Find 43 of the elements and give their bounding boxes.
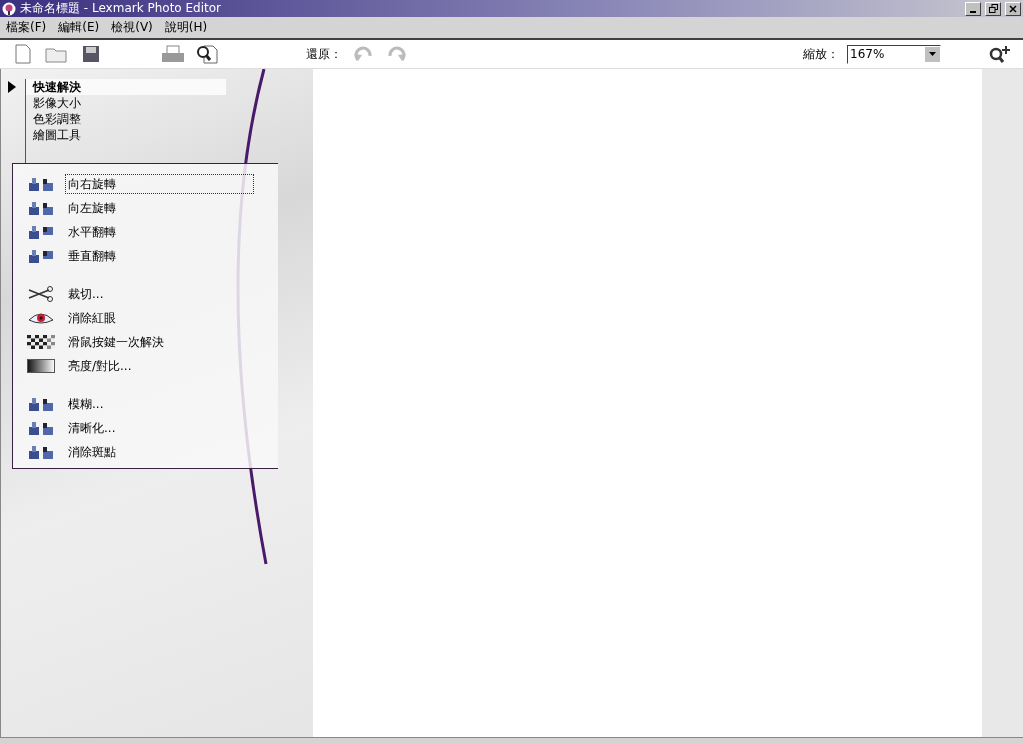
image-transform-icon bbox=[27, 249, 55, 263]
menu-item[interactable]: 說明(H) bbox=[164, 19, 208, 36]
menu-item[interactable]: 編輯(E) bbox=[58, 19, 100, 36]
menu-item[interactable]: 檔案(F) bbox=[6, 19, 47, 36]
tool-item[interactable]: 水平翻轉 bbox=[65, 222, 254, 242]
tool-item[interactable]: 亮度/對比... bbox=[65, 356, 254, 376]
zoom-label: 縮放： bbox=[803, 45, 839, 63]
image-transform-icon bbox=[27, 397, 55, 411]
close-button[interactable] bbox=[1005, 1, 1021, 16]
tool-item[interactable]: 消除紅眼 bbox=[65, 308, 254, 328]
menu-item[interactable]: 檢視(V) bbox=[111, 19, 153, 36]
restore-icon bbox=[988, 4, 998, 13]
image-transform-icon bbox=[27, 421, 55, 435]
restore-button[interactable] bbox=[985, 1, 1001, 16]
close-icon bbox=[1009, 4, 1017, 13]
image-transform-icon bbox=[27, 225, 55, 239]
tool-item[interactable]: 向右旋轉 bbox=[65, 174, 254, 194]
app-icon bbox=[2, 1, 16, 16]
tool-item[interactable]: 消除斑點 bbox=[65, 442, 254, 462]
gradient-icon bbox=[27, 359, 55, 373]
undo-label: 還原： bbox=[306, 45, 342, 63]
nav-item[interactable]: 繪圖工具 bbox=[26, 127, 226, 143]
eye-icon bbox=[27, 310, 55, 326]
checkerboard-icon bbox=[27, 335, 55, 349]
zoom-dropdown[interactable]: 167% bbox=[847, 44, 941, 64]
image-transform-icon bbox=[27, 177, 55, 191]
preview-button[interactable] bbox=[194, 42, 220, 66]
image-transform-icon bbox=[27, 445, 55, 459]
tool-item[interactable]: 模糊... bbox=[65, 394, 254, 414]
dropdown-arrow-icon bbox=[929, 52, 936, 56]
tool-item[interactable]: 裁切... bbox=[65, 284, 254, 304]
tool-item[interactable]: 垂直翻轉 bbox=[65, 246, 254, 266]
nav-item[interactable]: 色彩調整 bbox=[26, 111, 226, 127]
image-transform-icon bbox=[27, 201, 55, 215]
minimize-button[interactable] bbox=[965, 1, 981, 16]
tool-item[interactable]: 向左旋轉 bbox=[65, 198, 254, 218]
pointer-icon bbox=[8, 81, 16, 93]
scissors-icon bbox=[27, 286, 55, 302]
nav-item[interactable]: 影像大小 bbox=[26, 95, 226, 111]
tool-item[interactable]: 滑鼠按鍵一次解決 bbox=[65, 332, 254, 352]
minimize-icon bbox=[970, 10, 976, 13]
tool-item[interactable]: 清晰化... bbox=[65, 418, 254, 438]
window-title: 未命名標題 - Lexmark Photo Editor bbox=[20, 0, 222, 17]
